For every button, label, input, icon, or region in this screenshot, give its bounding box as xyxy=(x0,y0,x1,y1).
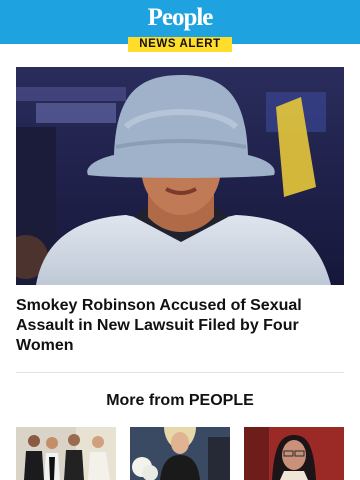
related-story-thumbnail[interactable] xyxy=(244,427,344,480)
hero-photo-icon xyxy=(16,67,344,285)
group-photo-icon xyxy=(16,427,116,480)
more-section-title: More from PEOPLE xyxy=(106,392,254,409)
portrait-photo-icon xyxy=(244,427,344,480)
celebrity-photo-icon xyxy=(130,427,230,480)
news-alert-badge: NEWS ALERT xyxy=(128,37,232,52)
related-story-thumbnail[interactable] xyxy=(16,427,116,480)
related-story-thumbnail[interactable] xyxy=(130,427,230,480)
article-headline[interactable]: Smokey Robinson Accused of Sexual Assaul… xyxy=(16,296,344,356)
people-logo[interactable]: People xyxy=(0,4,360,32)
article-hero-image[interactable] xyxy=(16,67,344,285)
section-divider xyxy=(16,372,344,373)
